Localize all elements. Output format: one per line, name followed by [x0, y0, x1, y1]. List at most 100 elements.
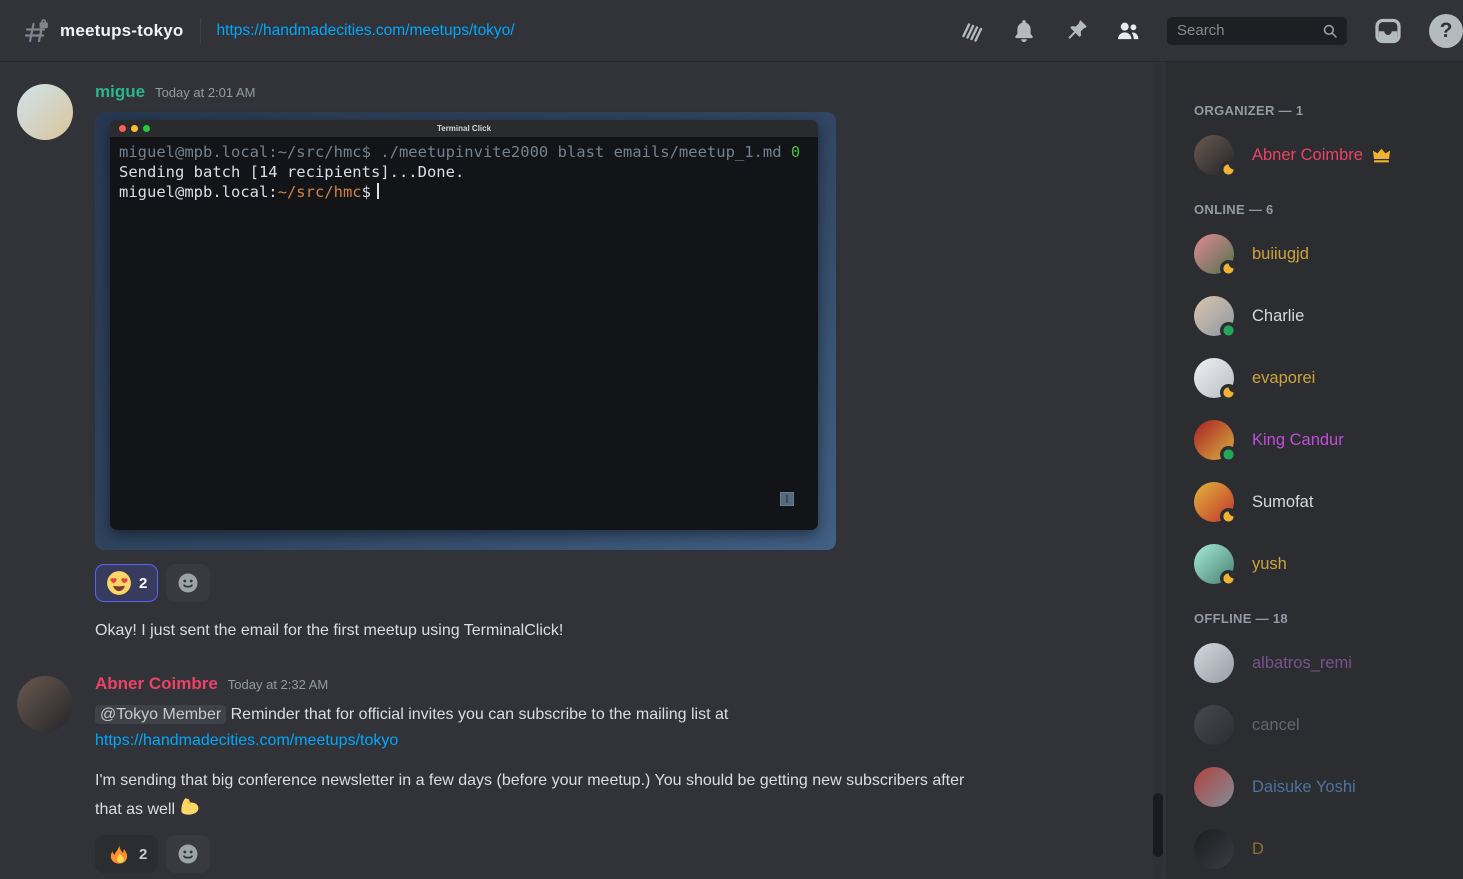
avatar [1194, 420, 1234, 460]
message-text: @Tokyo Member Reminder that for official… [95, 702, 995, 754]
reaction-count: 2 [139, 575, 147, 592]
member-section-header: OFFLINE — 18 [1194, 611, 1455, 628]
member-row[interactable]: cancel [1194, 702, 1455, 748]
member-name: King Candur [1252, 431, 1344, 450]
reactions-row: 2 [95, 835, 1126, 873]
member-row[interactable]: D [1194, 826, 1455, 872]
pinned-messages-icon[interactable] [1063, 18, 1089, 44]
status-idle-icon [1220, 508, 1237, 525]
avatar [1194, 296, 1234, 336]
terminal-output: miguel@mpb.local:~/src/hmc$ ./meetupinvi… [110, 137, 818, 207]
threads-icon[interactable] [959, 18, 985, 44]
member-section-header: ORGANIZER — 1 [1194, 103, 1455, 120]
status-idle-icon [1220, 161, 1237, 178]
channel-hash-lock-icon [24, 18, 50, 44]
member-list: ORGANIZER — 1 Abner Coimbre ONLINE — 6 bu… [1166, 62, 1463, 879]
message-link[interactable]: https://handmadecities.com/meetups/tokyo [95, 732, 398, 749]
heart-eyes-emoji [106, 570, 132, 596]
chat-scrollbar-track[interactable] [1153, 62, 1163, 879]
avatar [1194, 829, 1234, 869]
chat-area: migue Today at 2:01 AM [0, 62, 1166, 879]
author-name[interactable]: migue [95, 82, 145, 102]
member-name: Charlie [1252, 307, 1304, 326]
message-text: Okay! I just sent the email for the firs… [95, 618, 995, 644]
search-icon [1321, 22, 1339, 40]
message-abner: Abner Coimbre Today at 2:32 AM @Tokyo Me… [17, 674, 1126, 873]
add-reaction-button[interactable] [166, 835, 210, 873]
terminal-line: Sending batch [14 recipients]...Done. [119, 162, 809, 182]
reactions-row: 2 [95, 564, 1126, 602]
message-migue: migue Today at 2:01 AM [17, 82, 1126, 644]
member-name: Sumofat [1252, 493, 1313, 512]
avatar[interactable] [17, 676, 73, 732]
discord-app: meetups-tokyo https://handmadecities.com… [0, 0, 1463, 879]
terminal-titlebar: Terminal Click [110, 120, 818, 137]
member-name: evaporei [1252, 369, 1315, 388]
status-idle-icon [1220, 260, 1237, 277]
channel-topic-link[interactable]: https://handmadecities.com/meetups/tokyo… [217, 22, 515, 40]
member-name: Abner Coimbre [1252, 146, 1363, 165]
header-toolbar: ? [959, 14, 1449, 48]
add-reaction-button[interactable] [166, 564, 210, 602]
member-name: albatros_remi [1252, 654, 1352, 673]
avatar [1194, 482, 1234, 522]
member-row[interactable]: albatros_remi [1194, 640, 1455, 686]
content-area: migue Today at 2:01 AM [0, 62, 1463, 879]
terminal-line: miguel@mpb.local:~/src/hmc$ [119, 182, 809, 202]
message-text-segment: I'm sending that big conference newslett… [95, 772, 964, 818]
member-row[interactable]: buiiugjd [1194, 231, 1455, 277]
avatar [1194, 767, 1234, 807]
avatar [1194, 234, 1234, 274]
status-idle-icon [1220, 384, 1237, 401]
help-icon[interactable]: ? [1429, 14, 1463, 48]
avatar[interactable] [17, 84, 73, 140]
message-header: migue Today at 2:01 AM [95, 82, 1126, 104]
organizer-crown-icon [1372, 148, 1391, 163]
message-text-segment: Reminder that for official invites you c… [231, 706, 729, 723]
terminal-window: Terminal Click miguel@mpb.local:~/src/hm… [110, 120, 818, 530]
member-list-toggle-icon[interactable] [1115, 18, 1141, 44]
terminal-scroll-indicator [780, 492, 794, 506]
header-divider [200, 18, 201, 44]
search-input[interactable] [1177, 22, 1321, 39]
member-name: cancel [1252, 716, 1300, 735]
member-name: yush [1252, 555, 1287, 574]
avatar [1194, 135, 1234, 175]
member-row[interactable]: Sumofat [1194, 479, 1455, 525]
avatar [1194, 544, 1234, 584]
member-row[interactable]: Abner Coimbre [1194, 132, 1455, 178]
member-row[interactable]: evaporei [1194, 355, 1455, 401]
terminal-title: Terminal Click [110, 124, 818, 133]
author-name[interactable]: Abner Coimbre [95, 674, 218, 694]
reaction-fire[interactable]: 2 [95, 835, 158, 873]
member-name: Daisuke Yoshi [1252, 778, 1356, 797]
avatar [1194, 705, 1234, 745]
terminal-screenshot-attachment[interactable]: Terminal Click miguel@mpb.local:~/src/hm… [95, 112, 836, 550]
member-row[interactable]: Daisuke Yoshi [1194, 764, 1455, 810]
message-header: Abner Coimbre Today at 2:32 AM [95, 674, 1126, 696]
member-row[interactable]: Charlie [1194, 293, 1455, 339]
avatar [1194, 643, 1234, 683]
channel-header: meetups-tokyo https://handmadecities.com… [0, 0, 1463, 62]
avatar [1194, 358, 1234, 398]
terminal-line: miguel@mpb.local:~/src/hmc$ ./meetupinvi… [119, 142, 809, 162]
member-row[interactable]: yush [1194, 541, 1455, 587]
member-name: buiiugjd [1252, 245, 1309, 264]
channel-name: meetups-tokyo [60, 21, 184, 41]
member-section-header: ONLINE — 6 [1194, 202, 1455, 219]
status-online-icon [1220, 446, 1237, 463]
search-box[interactable] [1167, 17, 1347, 45]
message-text: I'm sending that big conference newslett… [95, 768, 995, 823]
member-name: D [1252, 840, 1264, 859]
notification-bell-icon[interactable] [1011, 18, 1037, 44]
timestamp: Today at 2:01 AM [155, 85, 255, 100]
inbox-icon[interactable] [1373, 16, 1403, 46]
member-row[interactable]: King Candur [1194, 417, 1455, 463]
muscle-emoji [178, 794, 203, 819]
chat-scrollbar-thumb[interactable] [1153, 793, 1163, 857]
timestamp: Today at 2:32 AM [228, 677, 328, 692]
status-online-icon [1220, 322, 1237, 339]
status-idle-icon [1220, 570, 1237, 587]
role-mention[interactable]: @Tokyo Member [95, 705, 226, 724]
reaction-heart-eyes[interactable]: 2 [95, 564, 158, 602]
